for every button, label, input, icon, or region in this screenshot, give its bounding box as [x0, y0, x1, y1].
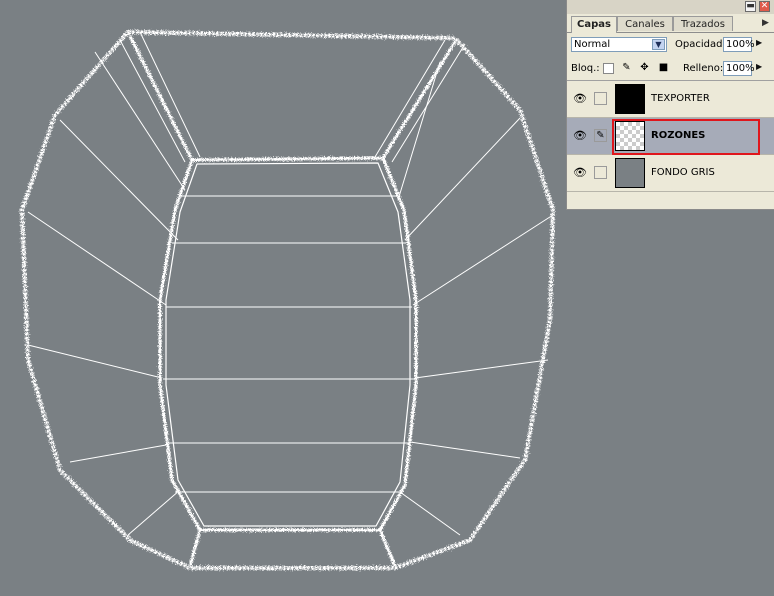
- inner-barrel: [158, 156, 418, 532]
- opacity-field[interactable]: 100%: [723, 37, 755, 52]
- layer-name: FONDO GRIS: [651, 167, 715, 178]
- tab-capas[interactable]: Capas: [571, 16, 617, 33]
- layer-thumbnail: [615, 121, 645, 151]
- minimize-button[interactable]: ▬: [745, 1, 756, 12]
- barrel-bands: [163, 195, 414, 493]
- layers-panel: ▬ ✕ Capas Canales Trazados ▶ Normal ▼ Op…: [566, 0, 774, 210]
- layer-thumbnail: [615, 158, 645, 188]
- opacity-arrow-icon[interactable]: ▶: [756, 38, 762, 47]
- layer-name: ROZONES: [651, 130, 706, 141]
- layer-link-cell[interactable]: [594, 92, 607, 105]
- checker-lock-icon[interactable]: [603, 63, 614, 74]
- fill-field[interactable]: 100%: [723, 61, 755, 76]
- layer-row-fondo-gris[interactable]: 👁 FONDO GRIS: [567, 155, 774, 192]
- top-right-strip: [381, 41, 457, 159]
- eye-icon[interactable]: 👁: [571, 155, 589, 191]
- layer-name: TEXPORTER: [651, 93, 710, 104]
- tab-trazados[interactable]: Trazados: [673, 16, 733, 31]
- layer-list: 👁 TEXPORTER 👁 ✎ ROZONES 👁 FONDO GRIS: [567, 80, 774, 201]
- layer-link-cell[interactable]: [594, 166, 607, 179]
- panel-titlebar[interactable]: ▬ ✕: [567, 0, 774, 14]
- bottom-right-strip: [378, 529, 397, 567]
- outer-border: [20, 30, 555, 570]
- brush-lock-icon[interactable]: ✎: [621, 63, 632, 74]
- close-button[interactable]: ✕: [759, 1, 770, 12]
- layer-row-texporter[interactable]: 👁 TEXPORTER: [567, 81, 774, 118]
- blend-mode-value: Normal: [574, 39, 611, 50]
- blend-mode-select[interactable]: Normal ▼: [571, 37, 667, 52]
- radial-spokes: [27, 51, 554, 536]
- blend-row: Normal ▼ Opacidad: 100% ▶: [567, 36, 774, 56]
- lock-label: Bloq.:: [571, 63, 600, 74]
- chevron-down-icon[interactable]: ▼: [652, 39, 665, 50]
- inner-barrel-outline: [165, 162, 411, 527]
- top-left-strip: [128, 35, 194, 161]
- opacity-label: Opacidad:: [675, 39, 726, 50]
- eye-icon[interactable]: 👁: [571, 118, 589, 154]
- panel-tabs: Capas Canales Trazados ▶: [567, 15, 774, 33]
- fill-label: Relleno:: [683, 63, 724, 74]
- fill-arrow-icon[interactable]: ▶: [756, 62, 762, 71]
- brush-link-icon[interactable]: ✎: [594, 129, 607, 142]
- bottom-left-strip: [188, 529, 202, 567]
- lock-row: Bloq.: ✎ ✥ ■ Relleno: 100% ▶: [567, 60, 774, 80]
- eye-icon[interactable]: 👁: [571, 81, 589, 117]
- padlock-icon[interactable]: ■: [658, 63, 669, 74]
- wireframe-artwork: [20, 30, 555, 570]
- layer-row-rozones[interactable]: 👁 ✎ ROZONES: [567, 118, 774, 155]
- tab-canales[interactable]: Canales: [617, 16, 673, 31]
- panel-menu-arrow-icon[interactable]: ▶: [762, 18, 769, 28]
- move-lock-icon[interactable]: ✥: [639, 63, 650, 74]
- layer-thumbnail: [615, 84, 645, 114]
